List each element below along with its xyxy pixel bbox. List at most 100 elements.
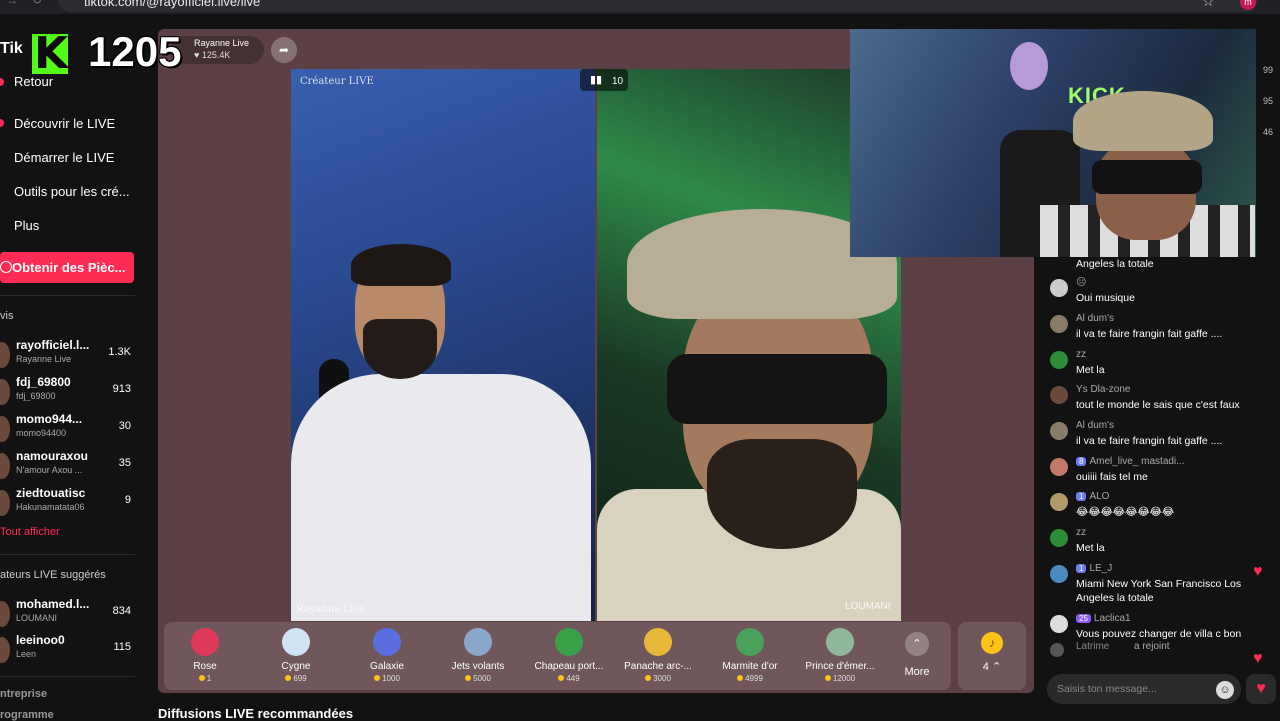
coin-icon (374, 675, 381, 681)
followed-account[interactable]: namouraxou N'amour Axou ... 35 (0, 447, 135, 483)
kick-viewer-count: 1205 (88, 28, 182, 75)
followed-account[interactable]: momo944... momo94400 30 (0, 410, 135, 446)
viewer-count: ♥ 125.4K (194, 50, 231, 60)
chevron-up-icon: ⌃ (905, 632, 929, 656)
footer-link[interactable]: rogramme (0, 709, 54, 721)
avatar (1050, 279, 1068, 297)
see-all-link[interactable]: Tout afficher (0, 526, 60, 538)
emoji-icon[interactable]: ☺ (1216, 681, 1234, 699)
coins-count: 4 ⌃ (982, 661, 1002, 673)
menu-plus[interactable]: Plus (14, 218, 39, 233)
avatar (1050, 386, 1068, 404)
suggested-account[interactable]: mohamed.l... LOUMANI 834 (0, 595, 135, 631)
message-text: Met la (1076, 542, 1105, 554)
avatar (0, 379, 10, 405)
gift-price: 1 (161, 674, 249, 683)
share-icon[interactable]: ➦ (271, 37, 297, 63)
gift-rose[interactable]: Rose 1 (161, 628, 249, 683)
creator-body (291, 374, 591, 621)
followed-account[interactable]: fdj_69800 fdj_69800 913 (0, 373, 135, 409)
divider (0, 554, 135, 555)
gift-price-value: 3000 (653, 674, 671, 683)
avatar (1050, 529, 1068, 547)
message-user: 1 ALO (1076, 491, 1109, 502)
gift-panache[interactable]: Panache arc-... 3000 (614, 628, 702, 683)
avatar (0, 637, 10, 663)
gift-cygne[interactable]: Cygne 699 (252, 628, 340, 683)
get-coins-label: Obtenir des Pièc... (12, 260, 126, 275)
message-text: ouiiii fais tel me (1076, 471, 1148, 483)
gift-name: Panache arc-... (624, 661, 692, 672)
account-name: momo944... (16, 412, 83, 426)
account-name: rayofficiel.l... (16, 338, 90, 352)
message-text: Oui musique (1076, 292, 1135, 304)
gift-jets-volants[interactable]: Jets volants 5000 (434, 628, 522, 683)
level-badge: 1 (1076, 564, 1087, 573)
creator-video[interactable]: Créateur LIVE Rayanne Live (291, 69, 595, 621)
message-user: Al dum's (1076, 420, 1115, 431)
account-subtitle: momo94400 (16, 428, 67, 438)
rainbow-icon (644, 628, 672, 656)
message-user: Ys Dla-zone (1076, 384, 1131, 395)
back-arrow-icon[interactable]: → (6, 0, 18, 7)
message-user: Al dum's (1076, 313, 1115, 324)
message-text: tout le monde le sais que c'est faux (1076, 399, 1240, 411)
gift-marmite[interactable]: Marmite d'or 4999 (706, 628, 794, 683)
gift-prince[interactable]: Prince d'émer... 12000 (796, 628, 884, 683)
reload-icon[interactable]: ↻ (32, 0, 42, 7)
coin-icon (465, 675, 472, 681)
like-heart-icon[interactable]: ♥ (1246, 674, 1276, 704)
host-name[interactable]: Rayanne Live (194, 38, 249, 48)
tiktok-logo[interactable]: Tik (0, 40, 23, 58)
message-user: zz (1076, 527, 1086, 538)
account-subtitle: Leen (16, 649, 37, 659)
followed-account[interactable]: rayofficiel.l... Rayanne Live 1.3K (0, 336, 135, 372)
gift-price-value: 1 (206, 674, 212, 683)
hat-icon (555, 628, 583, 656)
rank-count: 46 (1263, 127, 1274, 137)
account-subtitle: fdj_69800 (16, 391, 56, 401)
recommended-heading: Diffusions LIVE recommandées (158, 706, 354, 721)
suggested-account[interactable]: leeinoo0 Leen 115 (0, 631, 135, 667)
following-heading: vis (0, 310, 14, 322)
message-text: Miami New York San Francisco Los Angeles… (1076, 578, 1242, 604)
get-coins-button[interactable]: Obtenir des Pièc... (0, 252, 134, 283)
avatar (1050, 422, 1068, 440)
suggested-heading: ateurs LIVE suggérés (0, 569, 106, 581)
footer-link[interactable]: ntreprise (0, 688, 47, 700)
coin-icon (824, 675, 831, 681)
menu-outils-createurs[interactable]: Outils pour les cré... (14, 184, 130, 199)
chat-input-box[interactable] (1047, 674, 1241, 704)
gift-price-value: 699 (293, 674, 307, 683)
avatar (0, 490, 10, 516)
gift-price-value: 449 (566, 674, 580, 683)
gift-price: 3000 (614, 674, 702, 683)
more-gifts-button[interactable]: ⌃ More (900, 632, 934, 678)
message-username: Amel_live_ mastadi... (1089, 456, 1185, 467)
menu-decouvrir-live[interactable]: Découvrir le LIVE (14, 116, 115, 131)
gift-price-value: 4999 (745, 674, 763, 683)
coin-icon (645, 675, 652, 681)
followed-account[interactable]: ziedtouatisc Hakunamatata06 9 (0, 484, 135, 520)
coins-balance[interactable]: ♪ 4 ⌃ (958, 622, 1026, 690)
menu-demarrer-live[interactable]: Démarrer le LIVE (14, 150, 114, 165)
joined-text: a rejoint (1134, 641, 1170, 652)
gift-name: Marmite d'or (722, 661, 778, 672)
gift-chapeau[interactable]: Chapeau port... 449 (525, 628, 613, 683)
account-name: mohamed.l... (16, 597, 90, 611)
gift-galaxie[interactable]: Galaxie 1000 (343, 628, 431, 683)
creator-live-label: Créateur LIVE (300, 76, 374, 87)
account-subtitle: LOUMANI (16, 613, 58, 623)
level-badge: 25 (1076, 614, 1091, 623)
avatar (1050, 315, 1068, 333)
bookmark-star-icon[interactable]: ☆ (1202, 0, 1215, 10)
swan-icon (282, 628, 310, 656)
message-text: 😂😂😂😂😂😂😂😂 (1076, 506, 1175, 518)
address-url[interactable]: tiktok.com/@rayofficiel.live/live (84, 0, 260, 9)
join-icon (1050, 643, 1064, 657)
level-badge: 1 (1076, 492, 1087, 501)
rank-count: 99 (1263, 65, 1274, 75)
gift-price: 12000 (796, 674, 884, 683)
gift-name: Prince d'émer... (805, 661, 875, 672)
chat-message-input[interactable] (1057, 681, 1207, 697)
